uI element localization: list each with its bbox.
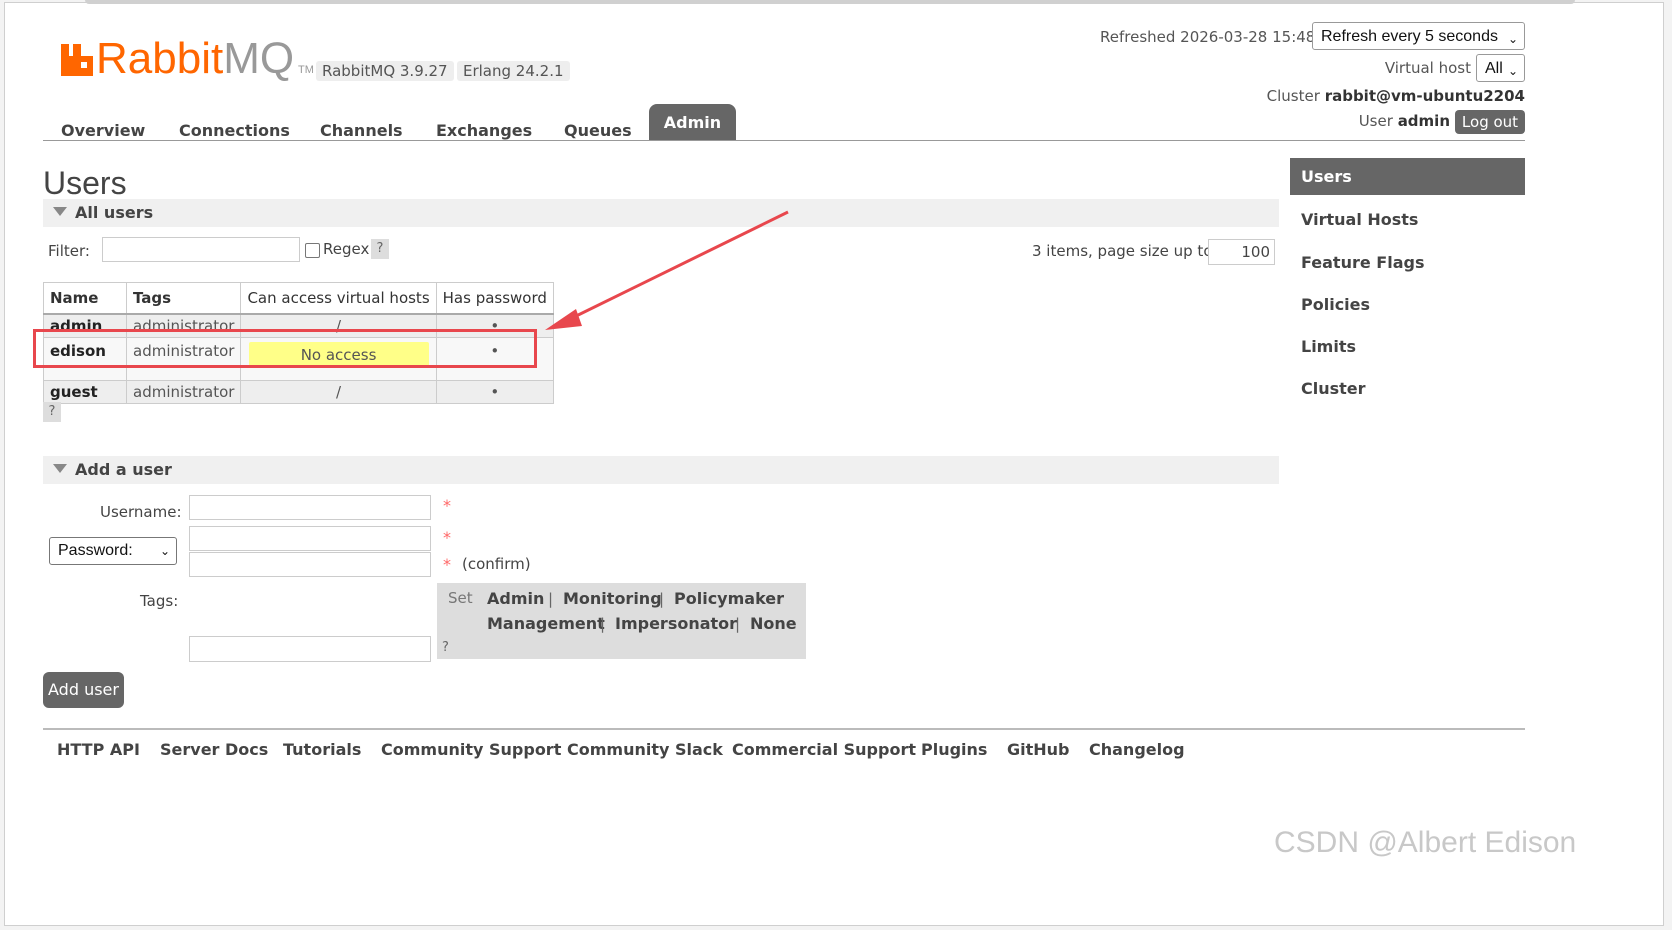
filter-label: Filter: (48, 242, 90, 260)
footer-link-commercial-support[interactable]: Commercial Support (732, 740, 916, 759)
required-marker: * (443, 496, 451, 515)
footer-link-plugins[interactable]: Plugins (921, 740, 987, 759)
table-help-icon[interactable]: ? (43, 402, 61, 422)
highlight-box (33, 329, 537, 368)
cluster-info: Cluster rabbit@vm-ubuntu2204 (1266, 87, 1525, 105)
cluster-name: rabbit@vm-ubuntu2204 (1324, 87, 1525, 105)
required-marker: * (443, 528, 451, 547)
chevron-down-icon: ⌄ (1507, 32, 1518, 46)
tag-presets-panel: Set Admin | Monitoring | Policymaker Man… (437, 583, 806, 659)
footer-link-community-support[interactable]: Community Support (381, 740, 561, 759)
page-size-input[interactable]: 100 (1208, 239, 1275, 265)
tag-monitoring-link[interactable]: Monitoring (563, 589, 662, 608)
tag-none-link[interactable]: None (750, 614, 797, 633)
current-user-name: admin (1397, 112, 1450, 130)
tag-management-link[interactable]: Management (487, 614, 605, 633)
footer-link-changelog[interactable]: Changelog (1089, 740, 1185, 759)
add-user-button[interactable]: Add user (43, 672, 124, 708)
rabbitmq-version-badge: RabbitMQ 3.9.27 (316, 61, 454, 81)
user-vhosts: / (240, 380, 437, 404)
column-header-tags[interactable]: Tags (125, 282, 242, 315)
footer-link-server-docs[interactable]: Server Docs (160, 740, 268, 759)
column-header-vhosts: Can access virtual hosts (240, 282, 437, 315)
brand-trademark: TM (298, 64, 314, 76)
refreshed-timestamp: Refreshed 2026-03-28 15:48:21 (1100, 28, 1340, 46)
footer-link-http-api[interactable]: HTTP API (57, 740, 140, 759)
regex-checkbox[interactable] (305, 243, 320, 258)
tags-label: Tags: (140, 592, 179, 610)
tag-admin-link[interactable]: Admin (487, 589, 544, 608)
tab-exchanges[interactable]: Exchanges (436, 111, 532, 151)
table-row[interactable]: guest administrator / • (43, 380, 554, 404)
confirm-label: (confirm) (462, 555, 531, 573)
tag-policymaker-link[interactable]: Policymaker (674, 589, 784, 608)
sidebar-item-virtual-hosts[interactable]: Virtual Hosts (1301, 210, 1418, 229)
tab-divider (43, 140, 1525, 141)
collapse-triangle-icon (53, 207, 67, 216)
refresh-interval-select[interactable]: Refresh every 5 seconds ⌄ (1312, 22, 1525, 50)
filter-input[interactable] (102, 237, 300, 262)
page-title: Users (43, 165, 127, 201)
tab-channels[interactable]: Channels (320, 111, 403, 151)
username-input[interactable] (189, 495, 431, 520)
required-marker: * (443, 555, 451, 574)
user-has-password: • (435, 380, 554, 404)
column-header-name[interactable]: Name (43, 282, 127, 315)
tags-input[interactable] (189, 636, 431, 662)
tab-queues[interactable]: Queues (564, 111, 632, 151)
chevron-down-icon: ⌄ (1507, 64, 1518, 78)
tag-set-label: Set (448, 589, 473, 607)
tags-help-icon[interactable]: ? (442, 640, 449, 655)
tab-overview[interactable]: Overview (61, 111, 145, 151)
watermark: CSDN @Albert Edison (1274, 826, 1577, 859)
password-type-select[interactable]: Password: ⌄ (49, 537, 177, 565)
tag-impersonator-link[interactable]: Impersonator (615, 614, 737, 633)
footer-divider (43, 728, 1525, 730)
logout-button[interactable]: Log out (1455, 110, 1525, 134)
regex-label: Regex (323, 240, 370, 258)
user-name-link[interactable]: guest (43, 380, 127, 404)
username-label: Username: (100, 503, 182, 521)
password-confirm-input[interactable] (189, 552, 431, 577)
sidebar-item-policies[interactable]: Policies (1301, 295, 1370, 314)
current-user-info: User admin (1358, 112, 1450, 130)
column-header-has-password: Has password (435, 282, 554, 315)
brand-name: RabbitMQ (96, 34, 295, 83)
regex-help-icon[interactable]: ? (371, 239, 389, 259)
tag-separator: | (548, 590, 554, 608)
all-users-section-header[interactable]: All users (43, 199, 1279, 227)
user-tags: administrator (125, 380, 242, 404)
footer-link-tutorials[interactable]: Tutorials (283, 740, 361, 759)
top-scroll-strip (85, 0, 1575, 4)
collapse-triangle-icon (53, 464, 67, 473)
chevron-down-icon: ⌄ (159, 544, 170, 558)
erlang-version-badge: Erlang 24.2.1 (457, 61, 570, 81)
tag-separator: | (735, 615, 741, 633)
tag-separator: | (659, 590, 665, 608)
password-input[interactable] (189, 526, 431, 551)
rabbitmq-logo-icon (61, 44, 93, 76)
sidebar-item-cluster[interactable]: Cluster (1301, 379, 1366, 398)
virtual-host-label: Virtual host (1384, 59, 1471, 77)
footer-link-github[interactable]: GitHub (1007, 740, 1070, 759)
sidebar-item-feature-flags[interactable]: Feature Flags (1301, 253, 1424, 272)
tab-connections[interactable]: Connections (179, 111, 290, 151)
tab-admin[interactable]: Admin (649, 104, 736, 141)
footer-link-community-slack[interactable]: Community Slack (567, 740, 723, 759)
tag-separator: | (600, 615, 606, 633)
items-count-text: 3 items, page size up to (1032, 242, 1213, 260)
add-user-section-header[interactable]: Add a user (43, 456, 1279, 484)
sidebar-item-users[interactable]: Users (1290, 158, 1525, 195)
virtual-host-select[interactable]: All ⌄ (1476, 54, 1525, 82)
sidebar-item-limits[interactable]: Limits (1301, 337, 1356, 356)
